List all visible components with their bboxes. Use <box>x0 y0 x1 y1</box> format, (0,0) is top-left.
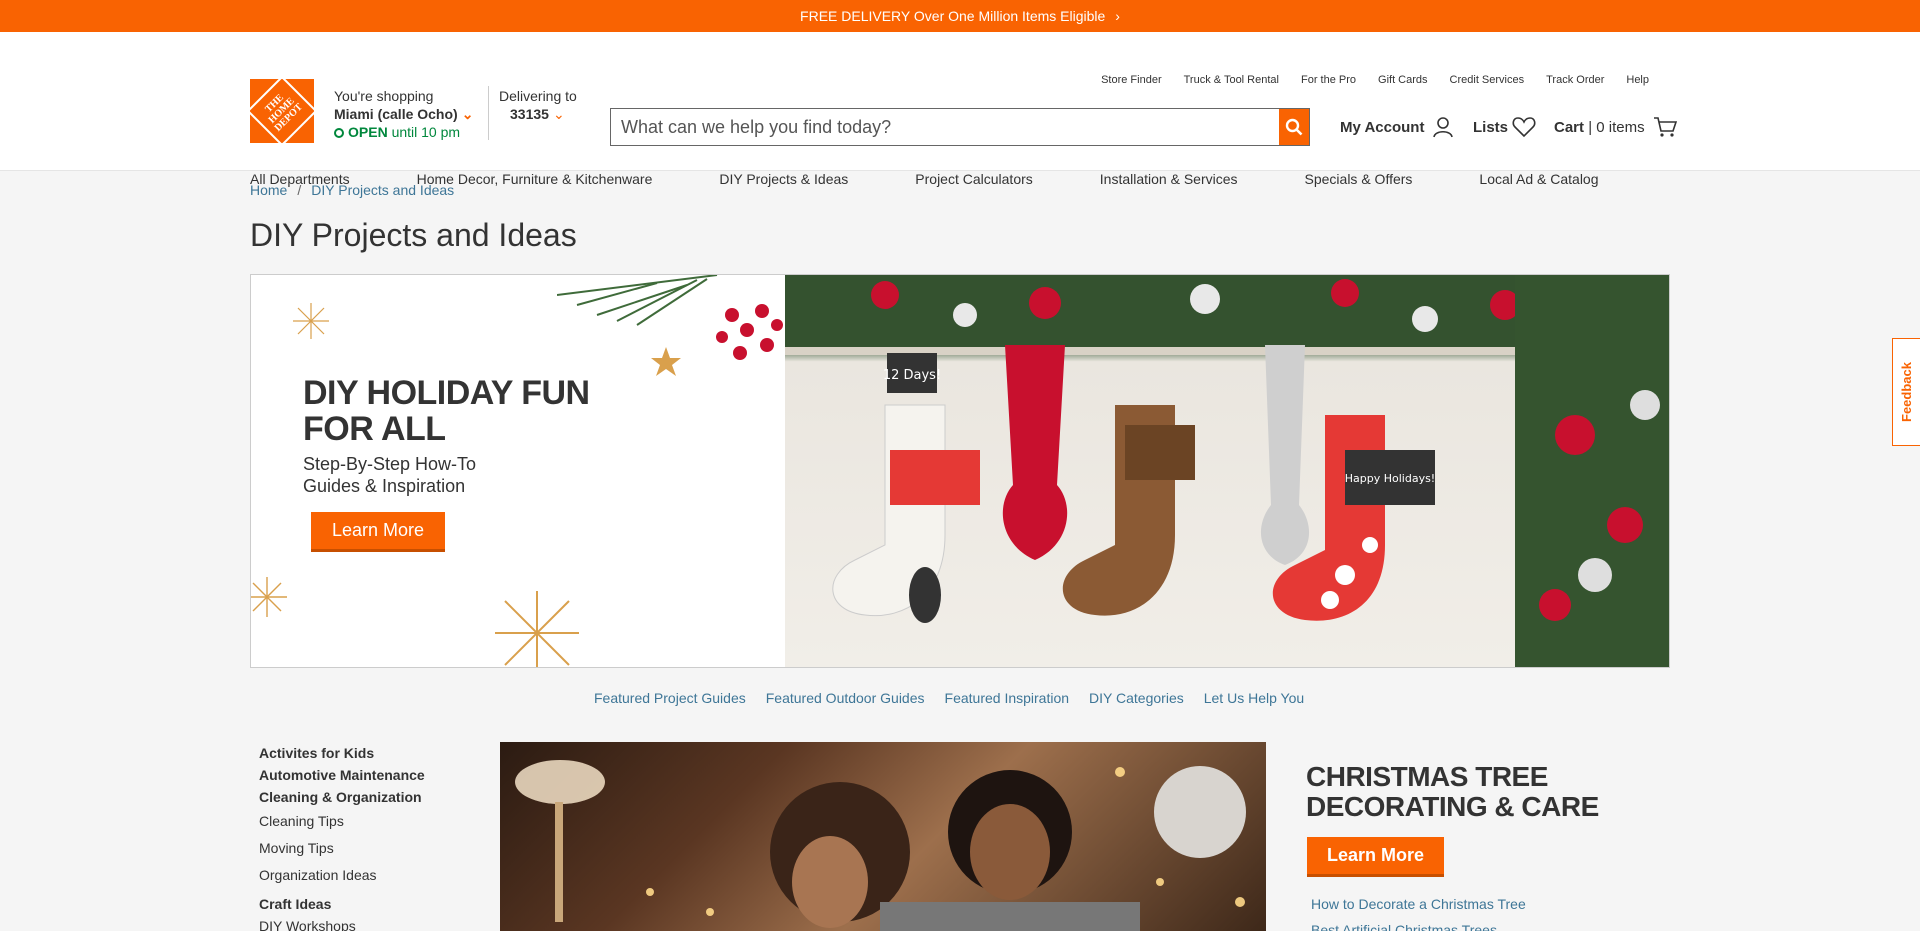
store-selector[interactable]: You're shopping Miami (calle Ocho) ⌄ OPEN… <box>334 87 473 141</box>
sidebar-item-craft-ideas[interactable]: Craft Ideas <box>259 893 425 915</box>
feedback-label[interactable]: Feedback <box>1899 362 1914 422</box>
site-header: THE HOME DEPOT You're shopping Miami (ca… <box>0 32 1920 187</box>
utility-link-for-the-pro[interactable]: For the Pro <box>1301 74 1356 86</box>
anchor-links: Featured Project Guides Featured Outdoor… <box>594 690 1304 706</box>
anchor-featured-project-guides[interactable]: Featured Project Guides <box>594 690 746 706</box>
utility-link-track-order[interactable]: Track Order <box>1546 74 1604 86</box>
hero-headline-line1: DIY HOLIDAY FUN <box>303 374 590 412</box>
heart-icon <box>1512 117 1536 138</box>
feature-link-decorate-tree[interactable]: How to Decorate a Christmas Tree <box>1311 896 1526 912</box>
lists-link[interactable]: Lists <box>1473 116 1536 138</box>
pine-branch-icon <box>557 275 783 360</box>
nav-specials-offers[interactable]: Specials & Offers <box>1305 171 1413 187</box>
store-hours: until 10 pm <box>391 124 461 140</box>
cart-label[interactable]: Cart <box>1554 119 1584 136</box>
sidebar-item-moving-tips[interactable]: Moving Tips <box>259 835 425 862</box>
delivery-zip-selector[interactable]: Delivering to 33135 ⌄ <box>499 87 577 123</box>
category-sidebar: Activites for Kids Automotive Maintenanc… <box>259 742 425 931</box>
page-title: DIY Projects and Ideas <box>250 217 577 253</box>
sign-text: 12 Days! <box>883 368 941 383</box>
utility-link-help[interactable]: Help <box>1626 74 1649 86</box>
home-depot-logo[interactable]: THE HOME DEPOT <box>246 75 318 147</box>
anchor-diy-categories[interactable]: DIY Categories <box>1089 690 1184 706</box>
sidebar-item-cleaning-organization[interactable]: Cleaning & Organization <box>259 786 425 808</box>
hero-learn-more-button[interactable]: Learn More <box>311 512 445 552</box>
breadcrumb-home[interactable]: Home <box>250 182 287 198</box>
my-account-link[interactable]: My Account <box>1340 116 1454 138</box>
hero-text-panel: DIY HOLIDAY FUN FOR ALL Step-By-Step How-… <box>251 275 785 667</box>
utility-links: Store Finder Truck & Tool Rental For the… <box>1101 74 1649 86</box>
hero-subtext: Step-By-Step How-To Guides & Inspiration <box>303 453 476 497</box>
sparkle-icon <box>495 591 579 667</box>
feature-headline-line1: CHRISTMAS TREE <box>1306 761 1548 792</box>
anchor-let-us-help-you[interactable]: Let Us Help You <box>1204 690 1304 706</box>
store-name[interactable]: Miami (calle Ocho) <box>334 106 458 122</box>
feature-link-artificial-trees[interactable]: Best Artificial Christmas Trees <box>1311 922 1497 931</box>
christmas-tree-photo[interactable] <box>500 742 1266 931</box>
hero-headline-line2: FOR ALL <box>303 410 446 448</box>
cart-link[interactable]: Cart | 0 items <box>1554 116 1677 138</box>
nav-installation-services[interactable]: Installation & Services <box>1100 171 1238 187</box>
chevron-down-icon[interactable]: ⌄ <box>553 106 565 122</box>
cart-icon <box>1653 117 1677 137</box>
nav-project-calculators[interactable]: Project Calculators <box>915 171 1033 187</box>
delivery-zip[interactable]: 33135 <box>510 106 549 122</box>
sidebar-item-diy-workshops[interactable]: DIY Workshops <box>259 915 425 931</box>
garland-illustration: 12 Days! Happy Holidays! <box>785 275 1669 667</box>
hero-headline: DIY HOLIDAY FUN FOR ALL <box>303 375 590 447</box>
feature-headline: CHRISTMAS TREE DECORATING & CARE <box>1306 762 1599 822</box>
hero-banner[interactable]: DIY HOLIDAY FUN FOR ALL Step-By-Step How-… <box>250 274 1670 668</box>
hero-photo-stockings: 12 Days! Happy Holidays! <box>785 275 1669 667</box>
sidebar-item-activities-kids[interactable]: Activites for Kids <box>259 742 425 764</box>
sparkle-icon <box>293 303 329 339</box>
search-icon <box>1285 118 1303 136</box>
cart-count: 0 items <box>1596 118 1645 136</box>
utility-link-store-finder[interactable]: Store Finder <box>1101 74 1162 86</box>
sidebar-item-organization-ideas[interactable]: Organization Ideas <box>259 862 425 889</box>
promo-text[interactable]: FREE DELIVERY Over One Million Items Eli… <box>800 8 1105 24</box>
search-button[interactable] <box>1279 109 1309 145</box>
header-divider <box>488 86 489 140</box>
utility-link-gift-cards[interactable]: Gift Cards <box>1378 74 1428 86</box>
hero-subtext-line1: Step-By-Step How-To <box>303 454 477 474</box>
feature-learn-more-button[interactable]: Learn More <box>1307 837 1444 877</box>
lists-label[interactable]: Lists <box>1473 119 1508 136</box>
main-nav: All Departments Home Decor, Furniture & … <box>250 171 1666 187</box>
hero-subtext-line2: Guides & Inspiration <box>303 476 466 496</box>
sidebar-item-automotive[interactable]: Automotive Maintenance <box>259 764 425 786</box>
breadcrumb-separator: / <box>297 182 302 198</box>
utility-link-credit-services[interactable]: Credit Services <box>1450 74 1525 86</box>
anchor-featured-outdoor-guides[interactable]: Featured Outdoor Guides <box>766 690 925 706</box>
search-bar <box>610 108 1310 146</box>
sparkle-icon <box>251 577 287 617</box>
my-account-label[interactable]: My Account <box>1340 119 1424 136</box>
store-label: You're shopping <box>334 88 434 104</box>
search-input[interactable] <box>611 109 1279 145</box>
logo-text: THE HOME DEPOT <box>263 92 305 134</box>
photo-illustration <box>515 760 1246 931</box>
status-dot-icon <box>334 128 344 138</box>
promo-bar[interactable]: FREE DELIVERY Over One Million Items Eli… <box>0 0 1920 32</box>
nav-diy-projects[interactable]: DIY Projects & Ideas <box>719 171 848 187</box>
user-icon <box>1433 117 1454 138</box>
nav-local-ad[interactable]: Local Ad & Catalog <box>1479 171 1598 187</box>
anchor-featured-inspiration[interactable]: Featured Inspiration <box>945 690 1070 706</box>
breadcrumb: Home / DIY Projects and Ideas <box>250 182 454 198</box>
cart-separator: | <box>1588 118 1593 136</box>
chevron-down-icon[interactable]: ⌄ <box>462 106 474 122</box>
breadcrumb-current[interactable]: DIY Projects and Ideas <box>311 182 454 198</box>
feature-headline-line2: DECORATING & CARE <box>1306 791 1599 822</box>
utility-link-truck-rental[interactable]: Truck & Tool Rental <box>1184 74 1279 86</box>
chalk-text: Happy Holidays! <box>1345 472 1435 485</box>
sidebar-item-cleaning-tips[interactable]: Cleaning Tips <box>259 808 425 835</box>
store-open-status: OPEN <box>348 124 388 140</box>
feedback-tab[interactable]: Feedback <box>1892 338 1920 446</box>
delivery-label: Delivering to <box>499 88 577 104</box>
chevron-right-icon: › <box>1115 8 1120 24</box>
